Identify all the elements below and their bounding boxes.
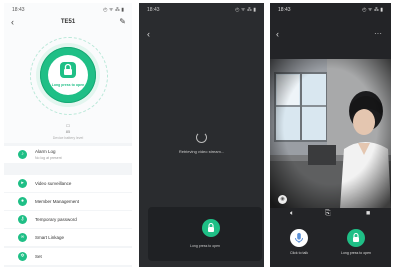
battery-caption: Device battery level — [52, 136, 84, 140]
status-bar: 18:43 ◴ ᯤ ⁂ ▮ — [139, 3, 264, 15]
status-indicators: ◴ ᯤ ⁂ ▮ — [362, 7, 383, 13]
menu-item-member-management[interactable]: ● Member Management — [4, 193, 132, 210]
snapshot-icon[interactable]: ◉ — [278, 195, 287, 204]
loading-spinner-icon — [196, 132, 207, 143]
menu-item-sublabel: No log at present — [35, 156, 62, 160]
menu-item-temporary-password[interactable]: ⚷ Temporary password — [4, 211, 132, 228]
live-video-screen: 18:43 ◴ ᯤ ⁂ ▮ ‹ ··· ◉ 🔈︎ ⎘ ■ Click to ta… — [270, 3, 391, 267]
lock-hero: Long press to open ▭ 85 Device battery l… — [4, 31, 132, 143]
status-time: 18:43 — [12, 7, 25, 13]
gear-icon: ✲ — [18, 252, 27, 261]
talk-button[interactable] — [290, 229, 308, 247]
status-bar: 18:43 ◴ ᯤ ⁂ ▮ — [270, 3, 391, 15]
video-record-icon[interactable]: ■ — [366, 210, 370, 217]
page-title: TE51 — [60, 19, 76, 25]
menu-item-set[interactable]: ✲ Set — [4, 248, 132, 265]
status-time: 18:43 — [278, 7, 291, 13]
unlock-button[interactable] — [347, 229, 365, 247]
more-icon[interactable]: ··· — [374, 29, 382, 38]
lock-icon — [208, 222, 214, 232]
menu-item-video-surveillance[interactable]: ▸ Video surveillance — [4, 175, 132, 192]
microphone-icon — [295, 233, 303, 243]
status-time: 18:43 — [147, 7, 160, 13]
nav-bar: ‹ TE51 ✎ — [4, 15, 132, 31]
menu-item-label: Video surveillance — [35, 181, 72, 186]
menu-item-alarm-log[interactable]: ♪ Alarm Log No log at present — [4, 146, 132, 163]
device-home-screen: 18:43 ◴ ᯤ ⁂ ▮ ‹ TE51 ✎ Long press to ope… — [4, 3, 132, 267]
link-icon: ∞ — [18, 233, 27, 242]
video-toolbar: 🔈︎ ⎘ ■ — [270, 208, 391, 222]
key-icon: ⚷ — [18, 215, 27, 224]
unlock-label: Long press to open — [341, 251, 371, 255]
unlock-button[interactable] — [202, 219, 220, 237]
unlock-label: Long press to open — [190, 244, 220, 248]
camera-icon: ▸ — [18, 179, 27, 188]
loading-text: Retrieving video stream... — [178, 149, 225, 154]
back-icon[interactable]: ‹ — [276, 29, 279, 39]
video-loading-screen: 18:43 ◴ ᯤ ⁂ ▮ ‹ Retrieving video stream.… — [139, 3, 264, 267]
speaker-icon[interactable]: 🔈︎ — [290, 210, 294, 218]
bell-icon: ♪ — [18, 150, 27, 159]
status-bar: 18:43 ◴ ᯤ ⁂ ▮ — [4, 3, 132, 15]
edit-icon[interactable]: ✎ — [119, 17, 126, 26]
long-press-hint: Long press to open — [51, 83, 85, 87]
menu-item-label: Member Management — [35, 199, 80, 204]
menu-item-smart-linkage[interactable]: ∞ Smart Linkage — [4, 229, 132, 246]
menu-item-label: Alarm Log — [35, 149, 56, 154]
menu-item-label: Set — [35, 254, 42, 259]
lock-icon — [60, 62, 76, 78]
person-icon: ● — [18, 197, 27, 206]
video-feed: ◉ — [270, 59, 391, 209]
status-indicators: ◴ ᯤ ⁂ ▮ — [103, 7, 124, 13]
menu-item-label: Temporary password — [35, 217, 77, 222]
lock-icon — [353, 232, 359, 242]
battery-value: 85 — [65, 129, 71, 134]
talk-label: Click to talk — [290, 251, 308, 255]
record-icon[interactable]: ⎘ — [325, 210, 331, 218]
camera-scene-image — [270, 59, 391, 209]
back-icon[interactable]: ‹ — [147, 29, 150, 39]
status-indicators: ◴ ᯤ ⁂ ▮ — [235, 7, 256, 13]
menu-item-label: Smart Linkage — [35, 235, 65, 240]
control-panel: Long press to open — [148, 207, 262, 261]
